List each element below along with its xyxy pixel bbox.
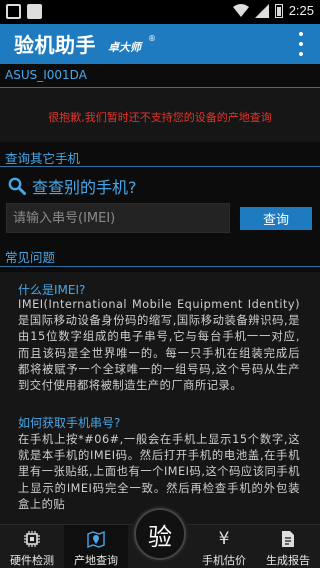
notification-icon — [6, 4, 21, 19]
tab-generate-report[interactable]: 生成报告 — [256, 525, 320, 568]
query-section-title: 查询其它手机 — [5, 151, 81, 166]
faq-panel[interactable]: 什么是IMEI? IMEI(International Mobile Equip… — [0, 272, 320, 524]
imei-input[interactable] — [6, 203, 230, 233]
verify-icon: 验 — [148, 522, 172, 551]
query-button[interactable]: 查询 — [240, 207, 312, 230]
yuan-icon: ¥ — [218, 529, 230, 549]
divider — [0, 266, 320, 267]
faq-question: 什么是IMEI? — [18, 283, 86, 297]
verify-button[interactable]: 验 — [134, 508, 186, 560]
registered-mark: ® — [148, 34, 156, 43]
tab-label: 手机估价 — [202, 554, 246, 567]
chip-icon — [24, 531, 40, 547]
faq-answer: IMEI(International Mobile Equipment Iden… — [18, 298, 300, 393]
app-title: 验机助手 — [14, 33, 96, 57]
search-heading-label: 查查别的手机? — [32, 178, 137, 197]
tab-hardware-check[interactable]: 硬件检测 — [0, 525, 64, 568]
faq-question: 如何获取手机串号? — [18, 416, 121, 430]
map-location-icon — [87, 530, 105, 548]
tab-label: 产地查询 — [74, 554, 118, 567]
app-bar: 验机助手 卓大师 ® — [0, 24, 320, 64]
device-name: ASUS_I001DA — [5, 68, 87, 82]
tab-label: 硬件检测 — [10, 554, 54, 567]
tab-origin-query[interactable]: 产地查询 — [64, 525, 128, 568]
overflow-menu-icon[interactable] — [296, 30, 306, 58]
app-brand: 卓大师 — [108, 41, 141, 54]
divider — [0, 166, 320, 167]
battery-icon — [274, 3, 283, 18]
tab-label: 生成报告 — [266, 554, 310, 567]
status-bar: 2:25 — [0, 0, 320, 24]
tab-phone-valuation[interactable]: ¥ 手机估价 — [192, 525, 256, 568]
status-time: 2:25 — [288, 3, 314, 18]
search-heading: 查查别的手机? — [8, 174, 137, 198]
unsupported-notice: 很抱歉,我们暂时还不支持您的设备的产地查询 — [48, 111, 272, 124]
wifi-icon — [232, 3, 249, 17]
clipboard-icon — [27, 4, 42, 19]
faq-answer: 在手机上按*#06#,一般会在手机上显示15个数字,这就是本手机的IMEI码。然… — [18, 433, 300, 511]
search-icon — [8, 177, 26, 195]
report-icon — [282, 531, 294, 547]
faq-section-title: 常见问题 — [5, 250, 56, 265]
signal-icon — [254, 3, 269, 18]
